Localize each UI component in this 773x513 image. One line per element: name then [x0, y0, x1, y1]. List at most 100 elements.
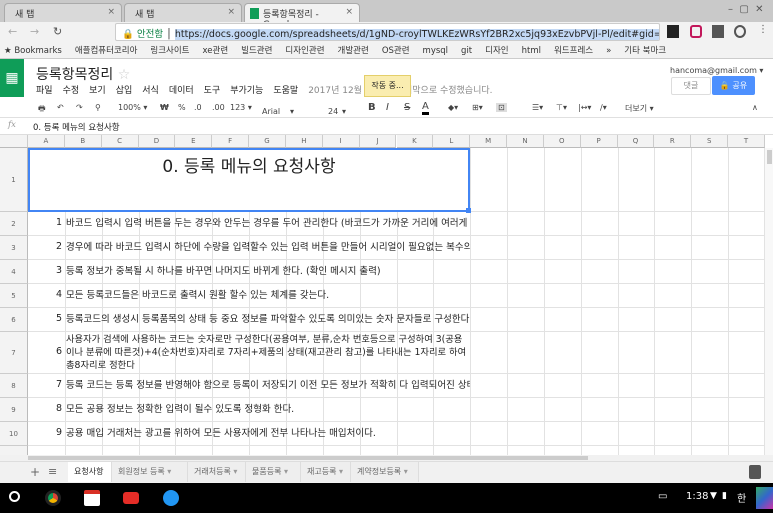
star-icon[interactable]: ☆	[118, 67, 131, 83]
browser-tab-active[interactable]: 등록항목정리 - Google×	[244, 3, 360, 30]
sheet-tab[interactable]: 회원정보 등록 ▾	[112, 462, 188, 482]
table-row[interactable]: 1 바코드 입력시 입력 버튼을 두는 경우와 안두는 경우를 두어 관리한다 (…	[28, 212, 773, 236]
bookmark[interactable]: 디자인	[485, 46, 508, 56]
column-header-Q[interactable]: Q	[617, 135, 655, 148]
avatar[interactable]	[756, 487, 773, 509]
close-icon[interactable]: ×	[345, 7, 353, 17]
sheet-tab[interactable]: 재고등록 ▾	[301, 462, 351, 482]
comments-button[interactable]: 댓글	[671, 77, 711, 95]
text-color-button[interactable]: A	[422, 101, 429, 115]
bookmark[interactable]: 기타 북마크	[624, 46, 666, 56]
column-header-A[interactable]: A	[28, 135, 65, 148]
column-header-K[interactable]: K	[396, 135, 434, 148]
bookmark[interactable]: 디자인관련	[285, 46, 324, 56]
column-header-J[interactable]: J	[359, 135, 397, 148]
more-button[interactable]: 더보기 ▾	[625, 103, 654, 114]
row-header[interactable]: 5	[0, 284, 28, 308]
bookmark[interactable]: 링크사이트	[150, 46, 189, 56]
column-header-F[interactable]: F	[212, 135, 250, 148]
row-header[interactable]: 9	[0, 398, 28, 422]
italic-button[interactable]: I	[386, 102, 389, 113]
chrome-icon[interactable]	[45, 490, 61, 506]
row-header[interactable]: 7	[0, 332, 28, 374]
chevron-down-icon[interactable]: ▾	[281, 467, 288, 476]
menu-data[interactable]: 데이터	[169, 86, 194, 96]
sheet-tab[interactable]: 요청사항 ▾	[68, 462, 112, 496]
bookmark[interactable]: mysql	[423, 46, 449, 56]
launcher-icon[interactable]	[9, 491, 20, 502]
menu-edit[interactable]: 수정	[63, 86, 80, 96]
fill-handle[interactable]	[466, 208, 471, 213]
column-header-O[interactable]: O	[543, 135, 581, 148]
table-row[interactable]	[28, 446, 773, 455]
column-header-C[interactable]: C	[101, 135, 139, 148]
bold-button[interactable]: B	[368, 102, 376, 113]
column-header-B[interactable]: B	[64, 135, 102, 148]
address-bar[interactable]: 🔒 안전함 │ https://docs.google.com/spreadsh…	[115, 23, 660, 41]
row-header[interactable]	[0, 446, 28, 455]
row-header[interactable]: 3	[0, 236, 28, 260]
fill-color-icon[interactable]: ◆▾	[448, 103, 458, 112]
sheets-logo-icon[interactable]: ▦	[0, 59, 24, 97]
column-header-I[interactable]: I	[322, 135, 360, 148]
column-header-N[interactable]: N	[507, 135, 544, 148]
row-header[interactable]: 1	[0, 148, 28, 212]
paint-format-icon[interactable]: ⚲	[95, 103, 101, 112]
browser-tab[interactable]: 새 탭 ×	[124, 3, 242, 22]
close-icon[interactable]: ×	[227, 7, 235, 17]
bookmark[interactable]: 애플컴퓨터코리아	[75, 46, 138, 56]
cell-A1-merged[interactable]: 0. 등록 메뉴의 요청사항	[28, 148, 471, 213]
undo-icon[interactable]: ↶	[57, 103, 64, 112]
window-controls[interactable]: – ▢ ✕	[728, 4, 764, 15]
zoom-select[interactable]: 100% ▾	[118, 103, 147, 112]
spreadsheet-grid[interactable]: ABCDEFGHIJKLMNOPQRST 1 2 1 바코드 입력시 입력 버튼을 두…	[0, 135, 773, 455]
bookmarks-overflow[interactable]: »	[606, 46, 611, 56]
close-icon[interactable]: ×	[107, 7, 115, 17]
print-icon[interactable]: 🖶	[38, 103, 46, 117]
table-row[interactable]: 6 사용자가 검색에 사용하는 코드는 숫자로만 구성한다(공용여부, 분류,순차…	[28, 332, 773, 374]
vertical-scrollbar[interactable]	[764, 148, 773, 455]
chevron-down-icon[interactable]: ▾	[401, 467, 408, 476]
wrap-icon[interactable]: |↔▾	[578, 103, 591, 112]
sheet-tab[interactable]: 거래처등록 ▾	[188, 462, 246, 482]
column-header-H[interactable]: H	[285, 135, 323, 148]
bookmark[interactable]: 개발관련	[338, 46, 369, 56]
row-header[interactable]: 8	[0, 374, 28, 398]
chevron-down-icon[interactable]: ▾	[336, 467, 343, 476]
menu-addons[interactable]: 부가기능	[230, 86, 263, 96]
add-sheet-button[interactable]: +	[30, 465, 40, 479]
forward-icon[interactable]: →	[30, 25, 39, 38]
extension-icon[interactable]	[667, 25, 679, 38]
menu-view[interactable]: 보기	[89, 86, 106, 96]
column-header-R[interactable]: R	[654, 135, 692, 148]
menu-help[interactable]: 도움말	[273, 86, 298, 96]
row-header[interactable]: 2	[0, 212, 28, 236]
collapse-icon[interactable]: ∧	[752, 103, 758, 112]
menu-file[interactable]: 파일	[36, 86, 53, 96]
table-row[interactable]: 4 모든 등록코드들은 바코드로 출력시 원활 할수 있는 체계를 갖는다.	[28, 284, 773, 308]
row-header[interactable]: 4	[0, 260, 28, 284]
menu-icon[interactable]: ⋮	[758, 24, 768, 35]
bookmark[interactable]: 빌드관련	[241, 46, 272, 56]
decrease-decimal-button[interactable]: .0	[194, 103, 202, 112]
screen-icon[interactable]: ▭	[658, 491, 667, 502]
formula-input[interactable]: 0. 등록 메뉴의 요청사항	[33, 121, 120, 133]
bookmark[interactable]: git	[461, 46, 472, 56]
redo-icon[interactable]: ↷	[76, 103, 83, 112]
table-row[interactable]: 2 경우에 따라 바코드 입력시 하단에 수량을 입력할수 있는 입력 버튼을 만…	[28, 236, 773, 260]
chevron-down-icon[interactable]: ▾	[231, 467, 237, 476]
row-header[interactable]: 10	[0, 422, 28, 446]
select-all-corner[interactable]	[0, 135, 28, 148]
account-email[interactable]: hancoma@gmail.com ▾	[670, 66, 763, 75]
browser-tab[interactable]: 새 탭 ×	[4, 3, 122, 22]
bookmark[interactable]: html	[522, 46, 541, 56]
youtube-icon[interactable]	[123, 492, 139, 504]
back-icon[interactable]: ←	[8, 25, 17, 38]
number-format-select[interactable]: 123 ▾	[230, 103, 252, 112]
column-header-D[interactable]: D	[138, 135, 176, 148]
currency-button[interactable]: ₩	[160, 103, 169, 112]
table-row[interactable]: 9 공용 매입 거래처는 광고를 위하여 모든 사용자에게 전부 나타나는 매입처…	[28, 422, 773, 446]
table-row[interactable]: 8 모든 공용 정보는 정확한 입력이 될수 있도록 정형화 한다.	[28, 398, 773, 422]
sheet-tab[interactable]: 계약정보등록 ▾	[351, 462, 419, 482]
column-header-S[interactable]: S	[691, 135, 729, 148]
